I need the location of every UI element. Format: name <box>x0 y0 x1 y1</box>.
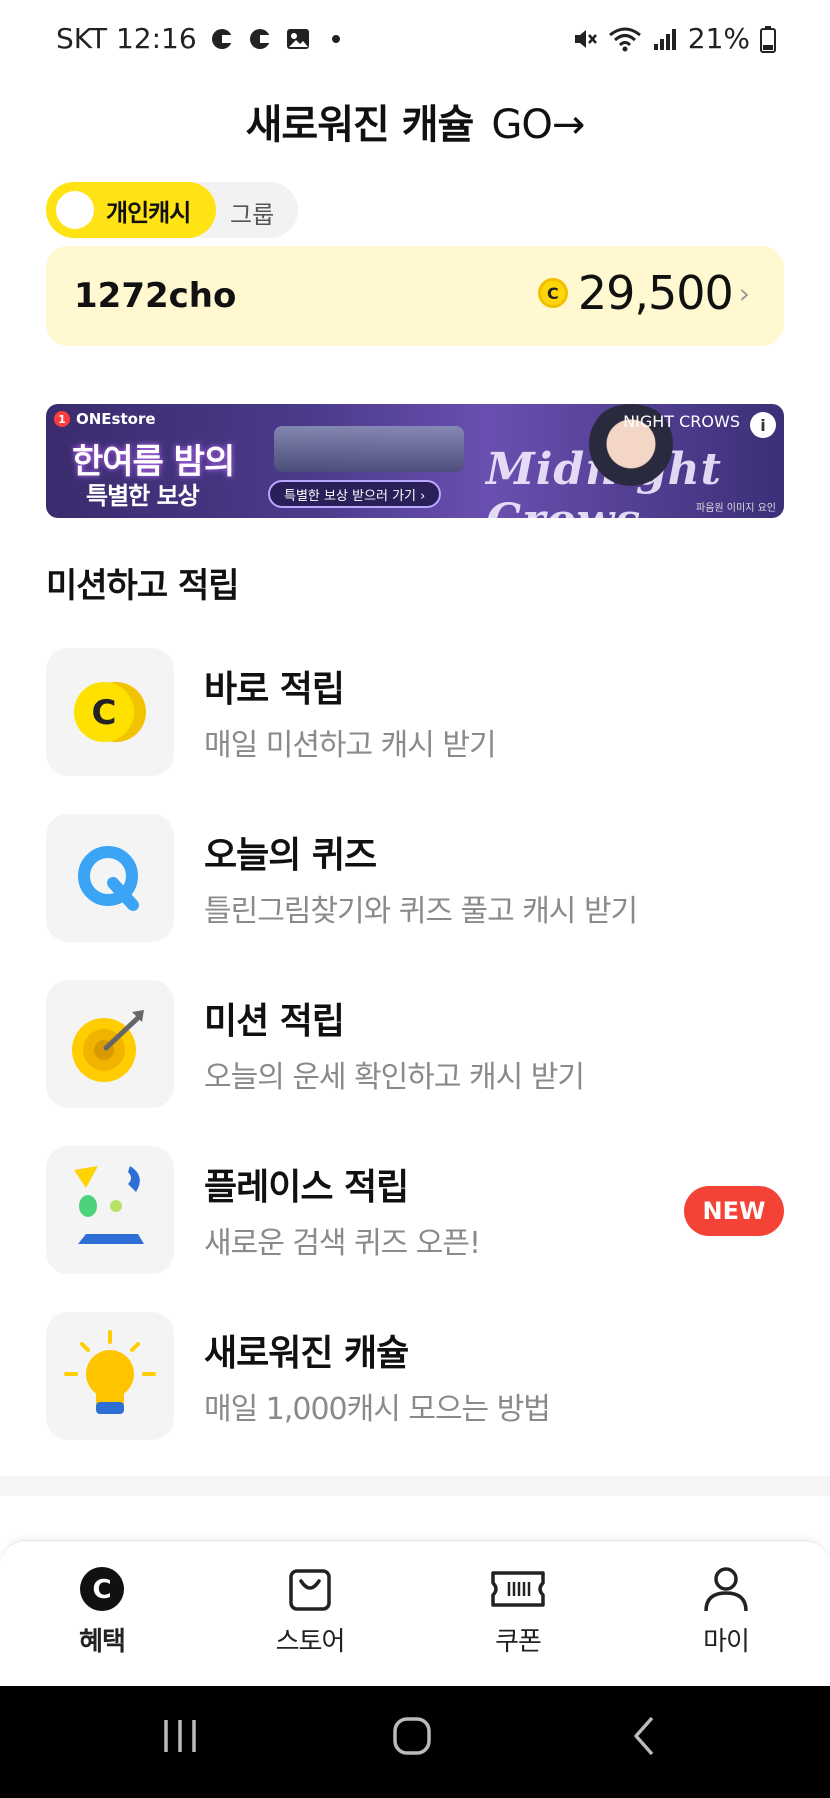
banner-brand: NIGHT CROWS <box>623 412 740 431</box>
notification-icon <box>211 28 232 49</box>
mission-desc: 매일 미션하고 캐시 받기 <box>204 728 497 763</box>
toggle-knob <box>56 191 94 229</box>
mission-item-quiz[interactable]: 오늘의 퀴즈 틀린그림찾기와 퀴즈 풀고 캐시 받기 <box>46 814 784 942</box>
mission-item-new-cashul[interactable]: 새로워진 캐슐 매일 1,000캐시 모으는 방법 <box>46 1312 784 1440</box>
section-title: 미션하고 적립 <box>46 566 240 606</box>
info-icon[interactable]: i <box>750 412 776 438</box>
go-arrow-link[interactable]: GO→ <box>491 102 585 148</box>
mission-title: 미션 적립 <box>204 1001 345 1042</box>
header-banner-link[interactable]: 새로워진 캐슐 GO→ <box>0 92 830 150</box>
banner-cta-button[interactable]: 특별한 보상 받으러 가기 › <box>268 480 442 508</box>
nav-my[interactable]: 마이 <box>666 1565 786 1658</box>
nav-store[interactable]: 스토어 <box>250 1565 370 1658</box>
toggle-personal-cash[interactable]: 개인캐시 <box>46 182 216 238</box>
person-icon <box>704 1567 748 1612</box>
nav-label: 마이 <box>703 1627 750 1657</box>
mission-desc: 오늘의 운세 확인하고 캐시 받기 <box>204 1060 585 1095</box>
back-icon[interactable] <box>630 1714 660 1758</box>
new-badge: NEW <box>684 1186 784 1236</box>
bottom-nav: C 혜택 스토어 쿠폰 마이 <box>0 1540 830 1686</box>
place-icon <box>74 1166 144 1244</box>
cash-amount: 29,500 <box>577 266 734 320</box>
banner-note: 파음원 이미지 요인 <box>696 503 776 514</box>
mission-desc: 틀린그림찾기와 퀴즈 풀고 캐시 받기 <box>204 894 638 929</box>
target-icon <box>72 1010 144 1082</box>
mission-title: 오늘의 퀴즈 <box>204 835 377 876</box>
recent-apps-icon[interactable] <box>160 1714 200 1758</box>
treasure-chests-image <box>274 426 464 472</box>
mission-item-place[interactable]: 플레이스 적립 새로운 검색 퀴즈 오픈! NEW <box>46 1146 784 1274</box>
home-icon[interactable] <box>390 1714 434 1758</box>
onestore-logo: 1 ONEstore <box>54 410 156 428</box>
nav-label: 스토어 <box>275 1627 346 1657</box>
coin-icon: C <box>537 278 568 308</box>
svg-text:C: C <box>92 693 117 733</box>
ad-banner[interactable]: 1 ONEstore 한여름 밤의 특별한 보상 특별한 보상 받으러 가기 ›… <box>46 404 784 518</box>
coupon-icon <box>491 1571 545 1607</box>
mission-item-mission[interactable]: 미션 적립 오늘의 운세 확인하고 캐시 받기 <box>46 980 784 1108</box>
toggle-group-label[interactable]: 그룹 <box>230 195 274 230</box>
battery-icon <box>760 25 776 53</box>
cash-type-toggle[interactable]: 개인캐시 그룹 <box>46 182 298 238</box>
nav-label: 혜택 <box>79 1627 126 1657</box>
mission-item-instant[interactable]: C 바로 적립 매일 미션하고 캐시 받기 <box>46 648 784 776</box>
nav-label: 쿠폰 <box>495 1627 542 1657</box>
user-id: 1272cho <box>74 276 237 316</box>
quiz-icon <box>78 846 139 911</box>
notification-icon <box>249 28 270 49</box>
onestore-badge: 1 <box>54 411 70 427</box>
page-title: 새로워진 캐슐 <box>245 102 475 148</box>
mission-title: 바로 적립 <box>204 669 345 710</box>
onestore-label: ONEstore <box>76 410 156 428</box>
lightbulb-icon <box>64 1330 156 1414</box>
status-bar: SKT 12:16 21% <box>0 0 830 82</box>
store-bag-icon <box>289 1569 331 1611</box>
mute-icon <box>574 29 597 48</box>
system-nav-bar <box>0 1686 830 1798</box>
toggle-personal-label: 개인캐시 <box>106 198 191 227</box>
mission-desc: 새로운 검색 퀴즈 오픈! <box>204 1226 481 1261</box>
carrier-time: SKT 12:16 <box>56 22 197 55</box>
mission-desc: 매일 1,000캐시 모으는 방법 <box>204 1392 551 1427</box>
chevron-right-icon: › <box>738 276 750 310</box>
nav-coupon[interactable]: 쿠폰 <box>458 1565 578 1658</box>
dot-icon <box>331 34 340 43</box>
nav-benefit[interactable]: C 혜택 <box>42 1565 162 1658</box>
signal-icon <box>653 28 676 50</box>
coin-icon: C <box>74 682 146 742</box>
cash-balance-card[interactable]: 1272cho C 29,500 › <box>46 246 784 346</box>
wifi-icon <box>608 27 641 51</box>
banner-subline: 특별한 보상 <box>86 482 200 510</box>
mission-title: 새로워진 캐슐 <box>204 1333 409 1374</box>
battery-percent: 21% <box>687 22 750 55</box>
benefit-icon: C <box>80 1567 124 1611</box>
mission-title: 플레이스 적립 <box>204 1167 409 1208</box>
gallery-icon <box>286 28 309 49</box>
svg-text:C: C <box>92 1575 111 1605</box>
section-divider <box>0 1476 830 1496</box>
